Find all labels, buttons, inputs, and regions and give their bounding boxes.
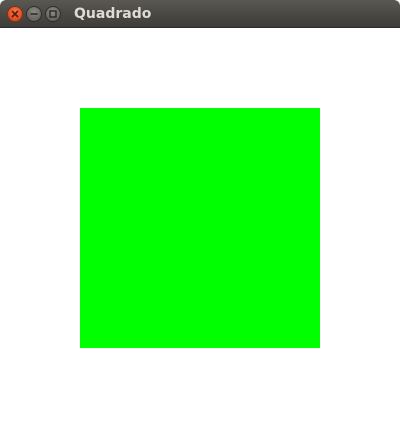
window-title: Quadrado <box>74 6 152 22</box>
minimize-button[interactable] <box>26 6 42 22</box>
app-window: Quadrado <box>0 0 400 428</box>
drawing-canvas <box>0 28 400 428</box>
green-square <box>80 108 320 348</box>
maximize-button[interactable] <box>45 6 61 22</box>
close-button[interactable] <box>7 6 23 22</box>
maximize-icon <box>49 10 57 18</box>
minimize-icon <box>30 13 38 15</box>
close-icon <box>11 10 19 18</box>
window-controls <box>7 6 61 22</box>
title-bar[interactable]: Quadrado <box>0 0 400 28</box>
